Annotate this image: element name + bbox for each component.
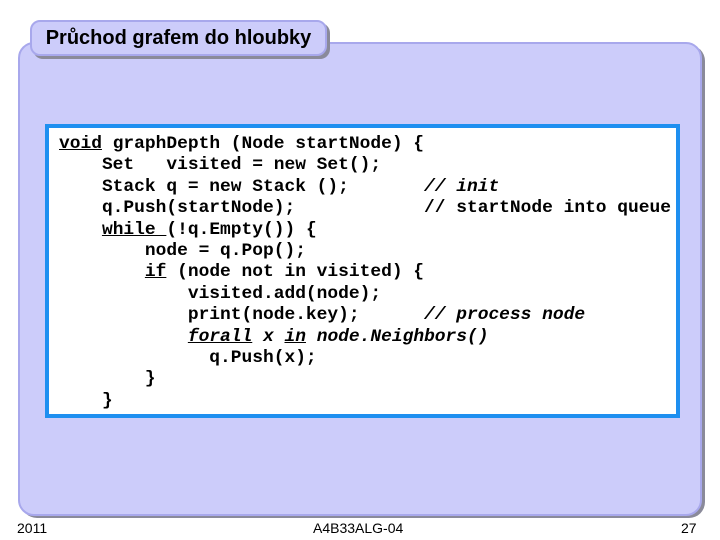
- code-text: Stack q = new Stack ();: [59, 176, 425, 197]
- code-comment-or-italic: x: [252, 326, 285, 347]
- code-line: node = q.Pop();: [59, 241, 671, 262]
- footer-page-number: 27: [681, 520, 697, 536]
- code-keyword: void: [59, 134, 102, 154]
- code-line: while (!q.Empty()) {: [59, 220, 671, 241]
- code-comment-or-italic: // process node: [424, 305, 586, 326]
- footer-course-code: A4B33ALG-04: [313, 520, 404, 536]
- code-line: Set visited = new Set();: [59, 155, 671, 176]
- code-line: print(node.key); // process node: [59, 305, 671, 326]
- slide-title: Průchod grafem do hloubky: [45, 26, 312, 49]
- code-keyword: forall: [187, 326, 253, 347]
- code-text: q.Push(startNode); // startNode into que…: [59, 198, 671, 219]
- code-text: graphDepth (Node startNode) {: [101, 134, 425, 154]
- code-listing: void graphDepth (Node startNode) { Set v…: [59, 134, 671, 412]
- code-line: q.Push(startNode); // startNode into que…: [59, 198, 671, 219]
- code-text: }: [59, 390, 113, 411]
- code-text: Set visited = new Set();: [59, 155, 382, 176]
- footer-year: 2011: [17, 520, 48, 536]
- code-text: print(node.key);: [59, 305, 425, 326]
- code-line: void graphDepth (Node startNode) {: [59, 134, 671, 155]
- code-text: q.Push(x);: [59, 347, 317, 368]
- code-text: (node not in visited) {: [166, 262, 425, 283]
- code-line: visited.add(node);: [59, 284, 671, 305]
- code-text: }: [59, 369, 156, 390]
- code-line: forall x in node.Neighbors(): [59, 327, 671, 348]
- code-keyword: in: [284, 326, 306, 347]
- code-text: (!q.Empty()) {: [166, 219, 317, 240]
- code-text: visited.add(node);: [59, 283, 382, 304]
- code-line: q.Push(x);: [59, 348, 671, 369]
- code-keyword: if: [144, 262, 167, 283]
- code-line: }: [59, 391, 671, 412]
- code-keyword: while: [101, 219, 167, 240]
- code-line: }: [59, 369, 671, 390]
- code-line: if (node not in visited) {: [59, 262, 671, 283]
- code-comment-or-italic: node.Neighbors(): [305, 326, 489, 347]
- code-comment-or-italic: // init: [424, 176, 500, 197]
- code-text: node = q.Pop();: [59, 240, 306, 261]
- title-tab: Průchod grafem do hloubky: [30, 20, 327, 56]
- code-block: void graphDepth (Node startNode) { Set v…: [45, 124, 680, 418]
- code-line: Stack q = new Stack (); // init: [59, 177, 671, 198]
